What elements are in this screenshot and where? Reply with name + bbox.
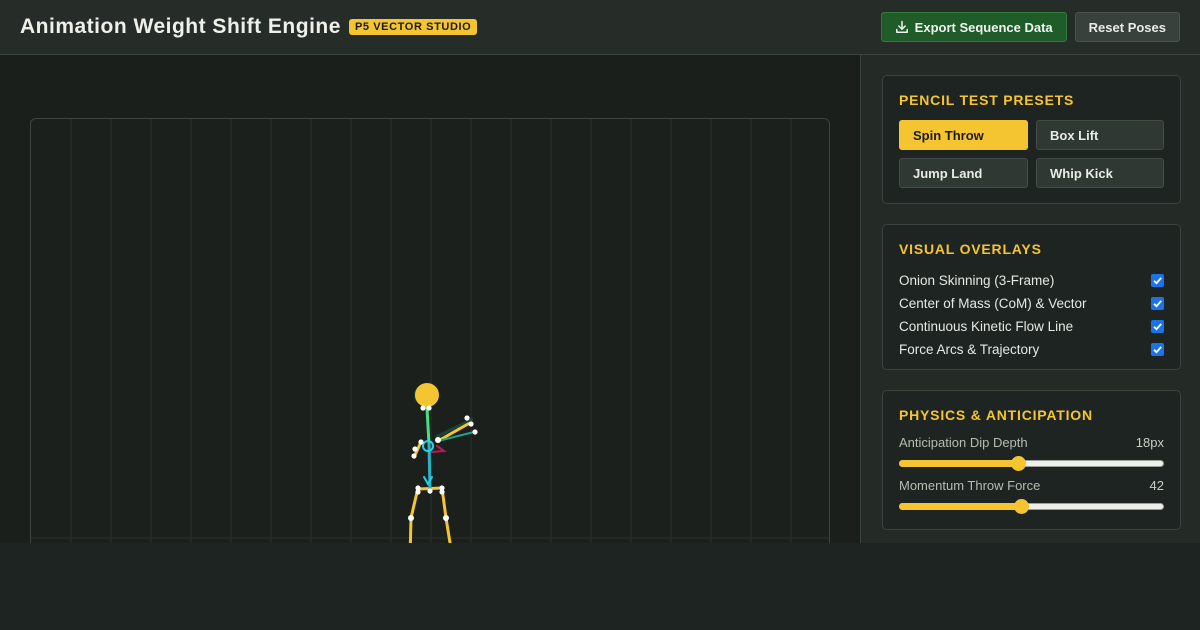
overlays-title: VISUAL OVERLAYS xyxy=(899,241,1042,257)
anticipation-dip-label: Anticipation Dip Depth xyxy=(899,435,1028,450)
physics-title: PHYSICS & ANTICIPATION xyxy=(899,407,1093,423)
stage-area xyxy=(0,55,860,543)
reset-poses-button[interactable]: Reset Poses xyxy=(1074,12,1180,42)
presets-panel: PENCIL TEST PRESETS Spin Throw Box Lift … xyxy=(882,75,1181,204)
app-root: Animation Weight Shift Engine P5 VECTOR … xyxy=(0,0,1200,543)
momentum-force-slider[interactable] xyxy=(899,499,1164,514)
anticipation-dip-value: 18px xyxy=(1135,435,1164,450)
overlay-center-of-mass: Center of Mass (CoM) & Vector xyxy=(899,292,1164,315)
preset-whip-kick-button[interactable]: Whip Kick xyxy=(1036,158,1164,188)
download-icon xyxy=(895,20,909,34)
reset-poses-label: Reset Poses xyxy=(1088,19,1166,35)
slider-thumb[interactable] xyxy=(1013,499,1029,514)
overlay-onion-label: Onion Skinning (3-Frame) xyxy=(899,273,1055,288)
overlays-panel: VISUAL OVERLAYS Onion Skinning (3-Frame)… xyxy=(882,224,1181,370)
kinetic-flow-checkbox[interactable] xyxy=(1151,320,1164,333)
anticipation-dip-row: Anticipation Dip Depth 18px xyxy=(899,435,1164,450)
overlay-com-label: Center of Mass (CoM) & Vector xyxy=(899,296,1087,311)
slider-fill xyxy=(899,460,1019,467)
overlay-force-arcs: Force Arcs & Trajectory xyxy=(899,338,1164,361)
animation-canvas[interactable] xyxy=(30,118,830,543)
center-of-mass-checkbox[interactable] xyxy=(1151,297,1164,310)
check-icon xyxy=(1153,277,1162,285)
title-group: Animation Weight Shift Engine P5 VECTOR … xyxy=(20,15,478,39)
check-icon xyxy=(1153,300,1162,308)
momentum-force-value: 42 xyxy=(1149,478,1164,493)
overlay-onion-skinning: Onion Skinning (3-Frame) xyxy=(899,269,1164,292)
header-actions: Export Sequence Data Reset Poses xyxy=(880,12,1180,42)
export-sequence-button[interactable]: Export Sequence Data xyxy=(880,12,1067,42)
physics-panel: PHYSICS & ANTICIPATION Anticipation Dip … xyxy=(882,390,1181,530)
canvas-drawing xyxy=(31,119,829,543)
anticipation-dip-slider[interactable] xyxy=(899,456,1164,471)
onion-skinning-checkbox[interactable] xyxy=(1151,274,1164,287)
overlay-kinetic-flow: Continuous Kinetic Flow Line xyxy=(899,315,1164,338)
presets-grid: Spin Throw Box Lift Jump Land Whip Kick xyxy=(899,120,1164,188)
check-icon xyxy=(1153,346,1162,354)
export-sequence-label: Export Sequence Data xyxy=(914,19,1053,35)
presets-title: PENCIL TEST PRESETS xyxy=(899,92,1075,108)
top-bar: Animation Weight Shift Engine P5 VECTOR … xyxy=(0,0,1200,55)
overlay-force-label: Force Arcs & Trajectory xyxy=(899,342,1040,357)
overlay-flow-label: Continuous Kinetic Flow Line xyxy=(899,319,1074,334)
force-arcs-checkbox[interactable] xyxy=(1151,343,1164,356)
studio-badge: P5 VECTOR STUDIO xyxy=(348,19,478,35)
preset-spin-throw-button[interactable]: Spin Throw xyxy=(899,120,1028,150)
check-icon xyxy=(1153,323,1162,331)
momentum-force-row: Momentum Throw Force 42 xyxy=(899,478,1164,493)
preset-jump-land-button[interactable]: Jump Land xyxy=(899,158,1028,188)
character-rig xyxy=(408,383,478,543)
control-sidebar: PENCIL TEST PRESETS Spin Throw Box Lift … xyxy=(860,55,1200,543)
momentum-force-label: Momentum Throw Force xyxy=(899,478,1041,493)
slider-thumb[interactable] xyxy=(1011,456,1027,471)
slider-fill xyxy=(899,503,1021,510)
preset-box-lift-button[interactable]: Box Lift xyxy=(1036,120,1164,150)
app-title: Animation Weight Shift Engine xyxy=(20,15,341,38)
